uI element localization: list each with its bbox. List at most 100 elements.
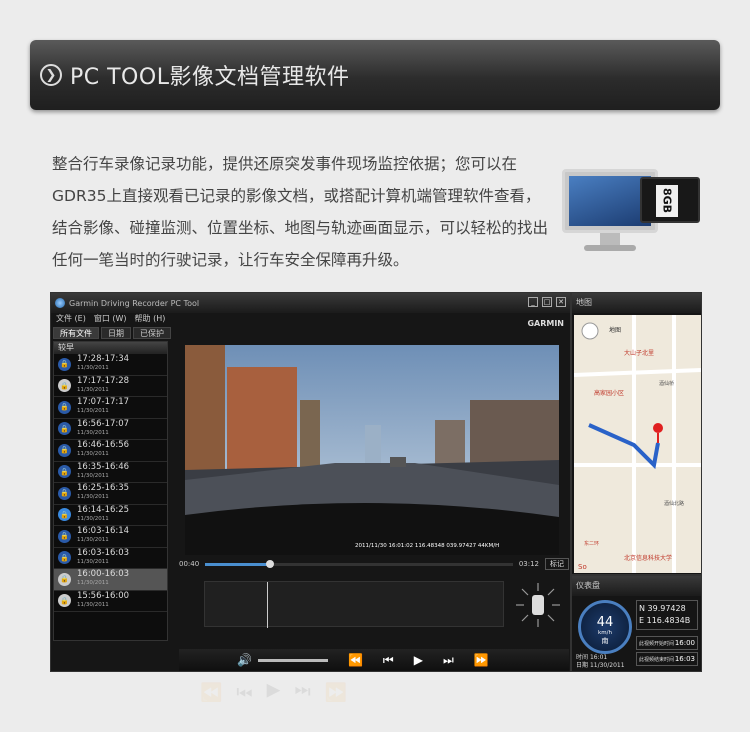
record-date: 11/30/2011 bbox=[77, 580, 109, 587]
g-sensor-car-icon bbox=[516, 583, 560, 627]
g-sensor-graph bbox=[204, 581, 504, 628]
control-reflection: ⏪⏮▶⏭⏩ bbox=[200, 681, 362, 702]
list-item[interactable]: 🔒 16:00-16:03 11/30/2011 bbox=[54, 569, 167, 591]
record-date: 11/30/2011 bbox=[77, 365, 109, 372]
video-end-time: 此视频结束时间 16:03 bbox=[636, 652, 698, 666]
window-titlebar: Garmin Driving Recorder PC Tool _ □ ✕ bbox=[51, 293, 570, 313]
graph-cursor bbox=[267, 582, 268, 628]
app-logo-icon bbox=[55, 298, 65, 308]
speed-gauge: 44 km/h 南 bbox=[578, 600, 632, 654]
maximize-button[interactable]: □ bbox=[542, 297, 552, 307]
tab-all-files[interactable]: 所有文件 bbox=[53, 327, 99, 339]
map-poi: 北京信息科技大学 bbox=[624, 554, 672, 562]
volume-slider[interactable] bbox=[257, 658, 328, 662]
sdcard-icon: 8GB bbox=[640, 177, 700, 223]
map-poi: 酒仙北路 bbox=[664, 500, 684, 507]
step-forward-button[interactable]: ⏭ bbox=[443, 653, 454, 668]
map-poi: 地图 bbox=[609, 326, 621, 334]
map-poi: 酒仙桥 bbox=[659, 380, 674, 387]
list-item[interactable]: 🔒 16:03-16:14 11/30/2011 bbox=[54, 526, 167, 548]
close-button[interactable]: ✕ bbox=[556, 297, 566, 307]
map-logo: So bbox=[578, 563, 587, 571]
menubar: 文件 (E) 窗口 (W) 帮助 (H) bbox=[51, 313, 570, 325]
list-item[interactable]: 🔒 17:28-17:34 11/30/2011 bbox=[54, 354, 167, 376]
rewind-button[interactable]: ⏪ bbox=[348, 653, 363, 667]
chevron-right-icon: ❯ bbox=[40, 64, 62, 86]
mark-button[interactable]: 标记 bbox=[545, 558, 569, 570]
fast-forward-button[interactable]: ⏩ bbox=[474, 653, 489, 667]
route-map: 地图 大山子北里 高家园小区 酒仙桥 北京信息科技大学 东二环 酒仙北路 So bbox=[574, 315, 701, 573]
menu-help[interactable]: 帮助 (H) bbox=[135, 313, 166, 325]
record-time: 16:46-16:56 bbox=[77, 440, 130, 451]
sort-header[interactable]: 较早 bbox=[54, 342, 167, 354]
list-item[interactable]: 🔒 17:07-17:17 11/30/2011 bbox=[54, 397, 167, 419]
step-back-button[interactable]: ⏮ bbox=[383, 653, 394, 668]
playback-controls: 🔊 ⏪ ⏮ ▶ ⏭ ⏩ bbox=[179, 649, 569, 671]
lock-icon: 🔒 bbox=[58, 422, 71, 436]
play-button[interactable]: ▶ bbox=[414, 653, 423, 667]
record-date: 11/30/2011 bbox=[77, 558, 109, 565]
record-date: 11/30/2011 bbox=[77, 494, 109, 501]
record-time: 16:00-16:03 bbox=[77, 569, 130, 580]
list-item[interactable]: 🔒 16:35-16:46 11/30/2011 bbox=[54, 461, 167, 483]
map-title: 地图 bbox=[572, 293, 701, 313]
lock-icon: 🔒 bbox=[58, 572, 71, 586]
lock-icon: 🔒 bbox=[58, 443, 71, 457]
seek-bar[interactable]: 00:40 03:12 标记 bbox=[179, 557, 569, 571]
record-time: 17:07-17:17 bbox=[77, 397, 130, 408]
lock-icon: 🔒 bbox=[58, 379, 71, 393]
record-date: 11/30/2011 bbox=[77, 408, 109, 415]
list-item[interactable]: 🔒 16:03-16:03 11/30/2011 bbox=[54, 547, 167, 569]
record-date: 11/30/2011 bbox=[77, 601, 109, 608]
main-window: Garmin Driving Recorder PC Tool _ □ ✕ 文件… bbox=[50, 292, 571, 672]
lock-icon: 🔒 bbox=[58, 551, 71, 565]
feature-description: 整合行车录像记录功能，提供还原突发事件现场监控依据；您可以在GDR35上直接观看… bbox=[52, 155, 549, 269]
map-poi: 东二环 bbox=[584, 540, 599, 547]
list-item[interactable]: 🔒 15:56-16:00 11/30/2011 bbox=[54, 591, 167, 612]
record-date: 11/30/2011 bbox=[77, 515, 109, 522]
seek-handle[interactable] bbox=[265, 559, 274, 568]
monitor-sdcard-illustration: 8GB bbox=[560, 165, 700, 265]
list-item[interactable]: 🔒 16:25-16:35 11/30/2011 bbox=[54, 483, 167, 505]
map-window: 地图 地图 大山子北里 高家园小区 酒仙桥 北京信息科技大学 东二环 酒仙北路 bbox=[571, 292, 702, 575]
dashcam-frame bbox=[185, 345, 559, 555]
window-title: Garmin Driving Recorder PC Tool bbox=[69, 298, 200, 308]
record-date: 11/30/2011 bbox=[77, 429, 109, 436]
record-time: 16:03-16:14 bbox=[77, 526, 130, 537]
map-poi: 高家园小区 bbox=[594, 389, 624, 397]
video-player[interactable]: 2011/11/30 16:01:02 116.48348 039.97427 … bbox=[185, 345, 559, 555]
record-time: 16:03-16:03 bbox=[77, 547, 130, 558]
seek-track[interactable] bbox=[205, 559, 513, 568]
list-item[interactable]: 🔒 16:56-17:07 11/30/2011 bbox=[54, 419, 167, 440]
volume-icon[interactable]: 🔊 bbox=[237, 653, 252, 667]
lock-icon: 🔒 bbox=[58, 400, 71, 414]
menu-window[interactable]: 窗口 (W) bbox=[94, 313, 127, 325]
record-date: 11/30/2011 bbox=[77, 451, 109, 458]
minimize-button[interactable]: _ bbox=[528, 297, 538, 307]
record-time: 16:35-16:46 bbox=[77, 461, 130, 472]
map-poi: 大山子北里 bbox=[624, 349, 654, 357]
dashboard-title: 仪表盘 bbox=[572, 576, 701, 596]
tab-date[interactable]: 日期 bbox=[101, 327, 131, 339]
speed-value: 44 bbox=[596, 615, 614, 630]
direction: 南 bbox=[601, 637, 609, 645]
garmin-logo: GARMIN bbox=[527, 319, 564, 328]
list-item[interactable]: 🔒 16:14-16:25 11/30/2011 bbox=[54, 504, 167, 526]
list-item[interactable]: 🔒 17:17-17:28 11/30/2011 bbox=[54, 375, 167, 397]
tab-protected[interactable]: 已保护 bbox=[133, 327, 171, 339]
lock-icon: 🔒 bbox=[58, 529, 71, 543]
record-date: 11/30/2011 bbox=[77, 472, 109, 479]
record-time: 16:14-16:25 bbox=[77, 504, 130, 515]
record-time: 17:28-17:34 bbox=[77, 354, 130, 365]
dashboard-window: 仪表盘 44 km/h 南 N 39.97428 E 116.4834B 时间 … bbox=[571, 575, 702, 672]
menu-file[interactable]: 文件 (E) bbox=[56, 313, 86, 325]
map-view[interactable]: 地图 大山子北里 高家园小区 酒仙桥 北京信息科技大学 东二环 酒仙北路 So bbox=[574, 315, 701, 573]
lock-icon: 🔒 bbox=[58, 594, 71, 608]
recording-list: 较早 🔒 17:28-17:34 11/30/2011 🔒 17:17-17:28 11/… bbox=[53, 341, 168, 641]
longitude: E 116.4834B bbox=[639, 616, 691, 625]
record-time: 17:17-17:28 bbox=[77, 375, 130, 386]
list-item[interactable]: 🔒 16:46-16:56 11/30/2011 bbox=[54, 440, 167, 462]
coordinates: N 39.97428 E 116.4834B bbox=[636, 600, 698, 630]
date-row: 日期 11/30/2011 bbox=[576, 662, 625, 669]
video-overlay-info: 2011/11/30 16:01:02 116.48348 039.97427 … bbox=[355, 543, 500, 549]
